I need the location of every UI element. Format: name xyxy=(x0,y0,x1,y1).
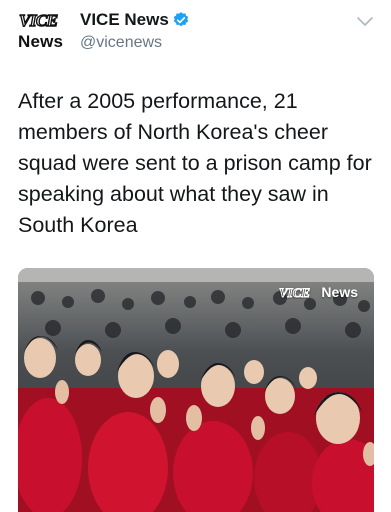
chevron-down-icon[interactable] xyxy=(356,16,374,28)
watermark-news: News xyxy=(321,284,358,300)
tweet-header: VICE News VICE News @vicenews xyxy=(0,0,391,62)
verified-badge-icon xyxy=(173,12,189,27)
avatar[interactable]: VICE News xyxy=(18,10,68,54)
tweet-text: After a 2005 performance, 21 members of … xyxy=(18,89,372,237)
video-watermark: VICE News xyxy=(279,284,358,300)
vice-watermark-logo: VICE xyxy=(279,285,311,299)
video-frame xyxy=(18,268,374,512)
svg-text:VICE: VICE xyxy=(19,11,58,30)
svg-text:VICE: VICE xyxy=(279,285,310,299)
avatar-news-word: News xyxy=(18,32,64,51)
tweet-video[interactable]: VICE News xyxy=(18,268,374,512)
display-name[interactable]: VICE News xyxy=(80,10,169,30)
account-handle[interactable]: @vicenews xyxy=(80,34,162,52)
vice-logo: VICE xyxy=(18,10,59,30)
